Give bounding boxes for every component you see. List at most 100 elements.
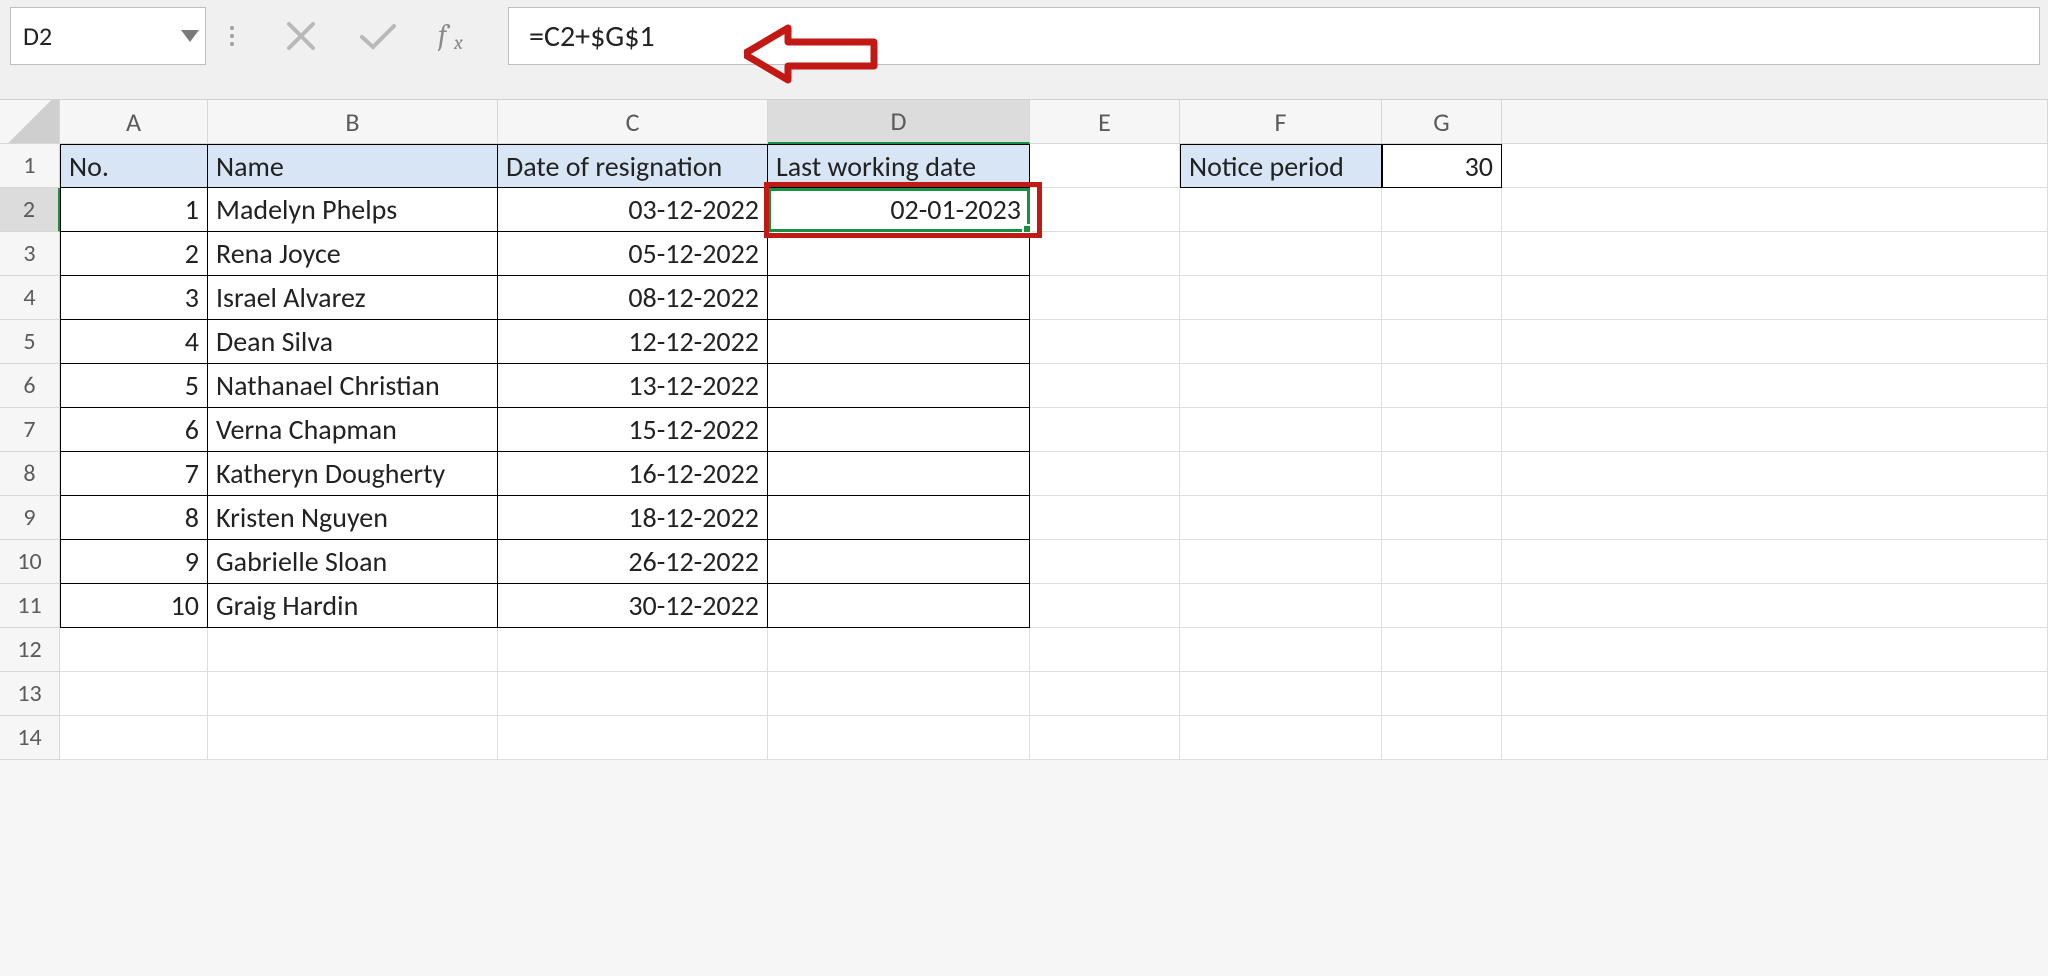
col-header-E[interactable]: E (1030, 100, 1180, 144)
row-header-6[interactable]: 6 (0, 364, 60, 408)
cell-E3[interactable] (1030, 232, 1180, 276)
cell-rest-9[interactable] (1502, 496, 2048, 540)
cell-A2[interactable]: 1 (60, 188, 208, 232)
cell-D4[interactable] (768, 276, 1030, 320)
col-header-G[interactable]: G (1382, 100, 1502, 144)
cell-A6[interactable]: 5 (60, 364, 208, 408)
cell-B9[interactable]: Kristen Nguyen (208, 496, 498, 540)
cell-C10[interactable]: 26-12-2022 (498, 540, 768, 584)
row-header-14[interactable]: 14 (0, 716, 60, 760)
cell-F2[interactable] (1180, 188, 1382, 232)
cell-D6[interactable] (768, 364, 1030, 408)
cell-A5[interactable]: 4 (60, 320, 208, 364)
col-header-D[interactable]: D (768, 100, 1030, 144)
fx-icon[interactable]: f x (438, 19, 482, 53)
col-header-A[interactable]: A (60, 100, 208, 144)
cell-E7[interactable] (1030, 408, 1180, 452)
cell-F13[interactable] (1180, 672, 1382, 716)
cell-B4[interactable]: Israel Alvarez (208, 276, 498, 320)
cell-B12[interactable] (208, 628, 498, 672)
cell-rest-3[interactable] (1502, 232, 2048, 276)
cell-C14[interactable] (498, 716, 768, 760)
cell-B7[interactable]: Verna Chapman (208, 408, 498, 452)
cell-A12[interactable] (60, 628, 208, 672)
col-header-rest[interactable] (1502, 100, 2048, 144)
select-all-corner[interactable] (0, 100, 60, 144)
cell-E9[interactable] (1030, 496, 1180, 540)
row-header-11[interactable]: 11 (0, 584, 60, 628)
cell-A3[interactable]: 2 (60, 232, 208, 276)
row-header-13[interactable]: 13 (0, 672, 60, 716)
cell-E6[interactable] (1030, 364, 1180, 408)
cell-rest-13[interactable] (1502, 672, 2048, 716)
cell-A10[interactable]: 9 (60, 540, 208, 584)
cell-G11[interactable] (1382, 584, 1502, 628)
cell-C6[interactable]: 13-12-2022 (498, 364, 768, 408)
cell-F1[interactable]: Notice period (1180, 144, 1382, 188)
cell-C12[interactable] (498, 628, 768, 672)
row-header-10[interactable]: 10 (0, 540, 60, 584)
cell-E1[interactable] (1030, 144, 1180, 188)
col-header-C[interactable]: C (498, 100, 768, 144)
cell-F7[interactable] (1180, 408, 1382, 452)
cell-rest-6[interactable] (1502, 364, 2048, 408)
cell-C2[interactable]: 03-12-2022 (498, 188, 768, 232)
cell-F10[interactable] (1180, 540, 1382, 584)
cell-D2[interactable]: 02-01-2023 (768, 188, 1030, 232)
cell-A4[interactable]: 3 (60, 276, 208, 320)
cell-F5[interactable] (1180, 320, 1382, 364)
cell-B14[interactable] (208, 716, 498, 760)
cell-F14[interactable] (1180, 716, 1382, 760)
cell-A1[interactable]: No. (60, 144, 208, 188)
cell-G8[interactable] (1382, 452, 1502, 496)
cell-G2[interactable] (1382, 188, 1502, 232)
row-header-2[interactable]: 2 (0, 188, 60, 232)
cell-B10[interactable]: Gabrielle Sloan (208, 540, 498, 584)
cell-E11[interactable] (1030, 584, 1180, 628)
cell-C13[interactable] (498, 672, 768, 716)
cell-F3[interactable] (1180, 232, 1382, 276)
cell-rest-12[interactable] (1502, 628, 2048, 672)
cell-D8[interactable] (768, 452, 1030, 496)
row-header-4[interactable]: 4 (0, 276, 60, 320)
cell-C7[interactable]: 15-12-2022 (498, 408, 768, 452)
cell-A13[interactable] (60, 672, 208, 716)
cell-B6[interactable]: Nathanael Christian (208, 364, 498, 408)
cell-B11[interactable]: Graig Hardin (208, 584, 498, 628)
cell-G1[interactable]: 30 (1382, 144, 1502, 188)
cell-A9[interactable]: 8 (60, 496, 208, 540)
cell-D11[interactable] (768, 584, 1030, 628)
cell-B8[interactable]: Katheryn Dougherty (208, 452, 498, 496)
row-header-8[interactable]: 8 (0, 452, 60, 496)
cell-E14[interactable] (1030, 716, 1180, 760)
cell-B1[interactable]: Name (208, 144, 498, 188)
cell-rest-1[interactable] (1502, 144, 2048, 188)
cell-G5[interactable] (1382, 320, 1502, 364)
row-header-7[interactable]: 7 (0, 408, 60, 452)
cell-C3[interactable]: 05-12-2022 (498, 232, 768, 276)
expand-handle-icon[interactable] (222, 26, 242, 46)
row-header-3[interactable]: 3 (0, 232, 60, 276)
cell-A14[interactable] (60, 716, 208, 760)
cell-D9[interactable] (768, 496, 1030, 540)
cell-F11[interactable] (1180, 584, 1382, 628)
cell-E12[interactable] (1030, 628, 1180, 672)
cell-rest-11[interactable] (1502, 584, 2048, 628)
cell-A11[interactable]: 10 (60, 584, 208, 628)
cell-D14[interactable] (768, 716, 1030, 760)
cancel-icon[interactable] (284, 19, 318, 53)
cell-C4[interactable]: 08-12-2022 (498, 276, 768, 320)
cell-rest-5[interactable] (1502, 320, 2048, 364)
cell-F6[interactable] (1180, 364, 1382, 408)
cell-C11[interactable]: 30-12-2022 (498, 584, 768, 628)
formula-bar-input[interactable]: =C2+$G$1 (508, 7, 2040, 65)
cell-G12[interactable] (1382, 628, 1502, 672)
row-header-9[interactable]: 9 (0, 496, 60, 540)
cell-A7[interactable]: 6 (60, 408, 208, 452)
cell-E2[interactable] (1030, 188, 1180, 232)
col-header-F[interactable]: F (1180, 100, 1382, 144)
cell-D5[interactable] (768, 320, 1030, 364)
cell-E13[interactable] (1030, 672, 1180, 716)
cell-D12[interactable] (768, 628, 1030, 672)
enter-icon[interactable] (358, 21, 398, 51)
